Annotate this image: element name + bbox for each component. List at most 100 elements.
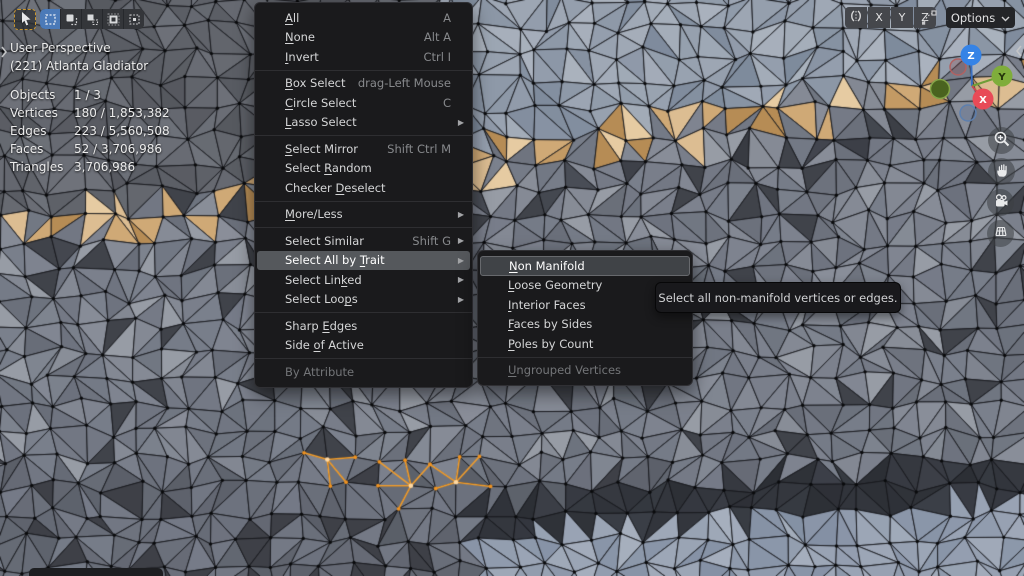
menu-item-sharp-edges[interactable]: Sharp Edges [255, 316, 472, 336]
stat-value: 3,706,986 [74, 158, 135, 176]
stat-label: Faces [10, 140, 74, 158]
chevron-down-icon [1001, 11, 1010, 25]
menu-item-label: Circle Select [285, 96, 443, 110]
menu-item-select-mirror[interactable]: Select MirrorShift Ctrl M [255, 139, 472, 159]
options-label: Options [951, 11, 995, 25]
menu-item-lasso-select[interactable]: Lasso Select▶ [255, 113, 472, 133]
menu-item-label: Select Random [285, 161, 453, 175]
submenu-arrow-icon: ▶ [453, 236, 464, 245]
menu-item-label: Box Select [285, 76, 358, 90]
menu-item-select-loops[interactable]: Select Loops▶ [255, 290, 472, 310]
gizmo-axis-y[interactable]: Y [992, 66, 1013, 87]
submenu-arrow-icon: ▶ [453, 256, 464, 265]
menu-item-shortcut: Ctrl I [423, 50, 451, 64]
camera-icon [991, 191, 1011, 215]
menu-item-label: Invert [285, 50, 423, 64]
blender-3d-viewport: User Perspective (221) Atlanta Gladiator… [0, 0, 1024, 576]
menu-item-none[interactable]: NoneAlt A [255, 28, 472, 48]
submenu-arrow-icon: ▶ [453, 295, 464, 304]
menu-item-invert[interactable]: InvertCtrl I [255, 47, 472, 67]
statistics-block: Objects1 / 3 Vertices180 / 1,853,382 Edg… [10, 86, 170, 176]
stat-value: 1 / 3 [74, 86, 101, 104]
menu-item-ungrouped-vertices: Ungrouped Vertices [478, 361, 692, 381]
menu-item-poles-by-count[interactable]: Poles by Count [478, 334, 692, 354]
menu-item-label: Select All by Trait [285, 253, 453, 267]
menu-separator [255, 135, 472, 136]
gizmo-axis-z[interactable]: Z [961, 45, 982, 66]
menu-item-select-similar[interactable]: Select SimilarShift G▶ [255, 231, 472, 251]
menu-item-circle-select[interactable]: Circle SelectC [255, 93, 472, 113]
select-mode-intersect-button[interactable] [124, 9, 144, 29]
menu-item-shortcut: C [443, 96, 451, 110]
navigation-gizmo[interactable]: Z Y X [928, 36, 1016, 124]
menu-item-label: Faces by Sides [508, 317, 673, 331]
menu-item-label: All [285, 11, 443, 25]
menu-separator [255, 227, 472, 228]
menu-item-faces-by-sides[interactable]: Faces by Sides [478, 315, 692, 335]
select-mode-set-button[interactable] [40, 9, 60, 29]
menu-item-non-manifold[interactable]: Non Manifold [480, 256, 690, 276]
menu-item-select-all-by-trait[interactable]: Select All by Trait▶ [257, 251, 470, 271]
menu-item-label: Interior Faces [508, 298, 673, 312]
menu-item-box-select[interactable]: Box Selectdrag-Left Mouse [255, 74, 472, 94]
gizmo-axis-x[interactable]: X [973, 89, 994, 110]
move-view-button[interactable] [988, 158, 1015, 185]
viewport-stats-overlay: User Perspective (221) Atlanta Gladiator… [10, 39, 170, 187]
camera-view-button[interactable] [987, 189, 1014, 216]
mirror-y-button[interactable]: Y [891, 7, 913, 28]
menu-item-more-less[interactable]: More/Less▶ [255, 205, 472, 225]
gizmo-axis-minus-z[interactable] [960, 105, 976, 121]
gizmo-axis-minus-y[interactable] [931, 80, 950, 99]
cursor-arrow-icon [17, 10, 33, 30]
status-hint-bar [29, 568, 163, 576]
menu-item-label: Side of Active [285, 338, 453, 352]
sidebar-toggle-chevron-icon[interactable] [1015, 44, 1023, 60]
menu-item-label: Lasso Select [285, 115, 453, 129]
orthographic-toggle-button[interactable] [987, 220, 1014, 247]
menu-item-label: Select Mirror [285, 142, 387, 156]
menu-item-label: Select Similar [285, 234, 412, 248]
menu-item-checker-deselect[interactable]: Checker Deselect [255, 178, 472, 198]
proportional-editing-icon[interactable] [920, 9, 938, 31]
select-mode-invert-button[interactable] [103, 9, 123, 29]
menu-item-shortcut: Alt A [424, 30, 451, 44]
stat-label: Objects [10, 86, 74, 104]
menu-separator [255, 70, 472, 71]
options-dropdown-button[interactable]: Options [946, 7, 1015, 28]
hand-icon [992, 160, 1012, 184]
menu-item-label: Loose Geometry [508, 278, 673, 292]
select-mode-subtract-button[interactable] [82, 9, 102, 29]
active-tool-button[interactable] [14, 9, 36, 30]
menu-item-label: By Attribute [285, 365, 453, 379]
menu-item-select-linked[interactable]: Select Linked▶ [255, 270, 472, 290]
svg-text:Y: Y [997, 72, 1006, 83]
menu-item-shortcut: drag-Left Mouse [358, 76, 451, 90]
submenu-arrow-icon: ▶ [453, 275, 464, 284]
menu-item-label: Non Manifold [509, 259, 672, 273]
select-mode-extend-button[interactable] [61, 9, 81, 29]
menu-separator [255, 358, 472, 359]
mirror-button[interactable] [845, 7, 867, 28]
zoom-button[interactable] [988, 127, 1015, 154]
select-mode-group [40, 9, 144, 29]
menu-item-shortcut: Shift Ctrl M [387, 142, 451, 156]
stat-label: Vertices [10, 104, 74, 122]
menu-item-label: More/Less [285, 207, 453, 221]
menu-item-label: Sharp Edges [285, 319, 453, 333]
tooltip-text: Select all non-manifold vertices or edge… [658, 291, 897, 305]
menu-item-shortcut: Shift G [412, 234, 451, 248]
mirror-x-button[interactable]: X [868, 7, 890, 28]
menu-item-side-of-active[interactable]: Side of Active [255, 336, 472, 356]
menu-item-all[interactable]: AllA [255, 8, 472, 28]
menu-separator [255, 201, 472, 202]
toolbar-toggle-chevron-icon[interactable] [0, 45, 8, 61]
menu-item-select-random[interactable]: Select Random [255, 159, 472, 179]
svg-text:Z: Z [967, 51, 974, 62]
stat-value: 180 / 1,853,382 [74, 104, 170, 122]
select-all-by-trait-submenu: Non Manifold Loose Geometry Interior Faces… [477, 250, 693, 386]
submenu-arrow-icon: ▶ [453, 210, 464, 219]
submenu-arrow-icon: ▶ [453, 118, 464, 127]
mirror-butterfly-icon [849, 9, 863, 26]
menu-item-label: Ungrouped Vertices [508, 363, 673, 377]
magnifier-plus-icon [992, 129, 1012, 153]
